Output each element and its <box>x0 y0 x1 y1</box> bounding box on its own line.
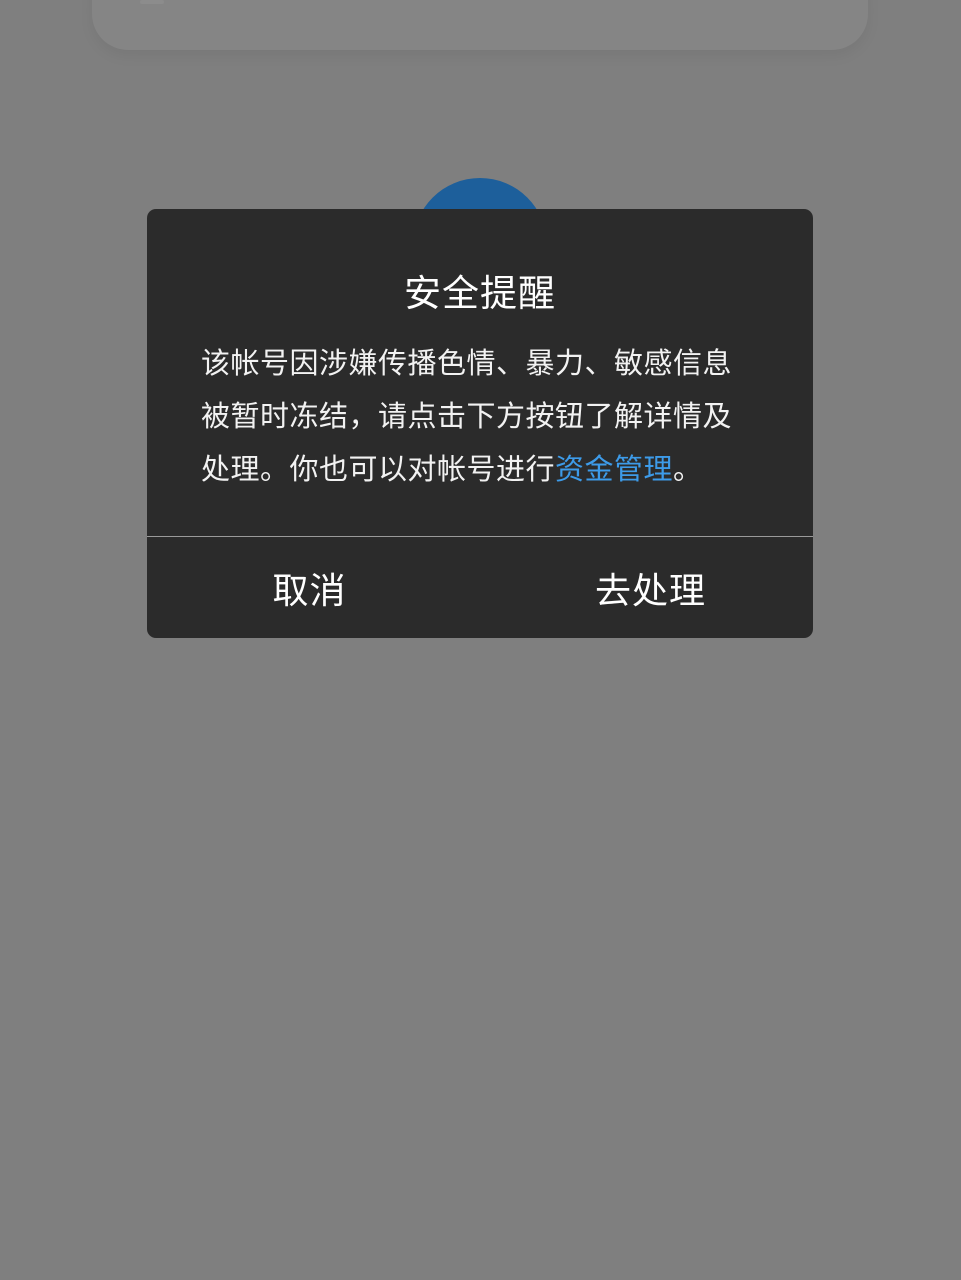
dialog-title: 安全提醒 <box>404 272 556 315</box>
dialog-actions: 取消 去处理 <box>147 537 813 638</box>
background-card-icon <box>140 0 164 4</box>
handle-button[interactable]: 去处理 <box>480 537 813 638</box>
dialog-message-line-3-prefix: 处理。你也可以对帐号进行 <box>201 452 556 486</box>
dialog-message-line-1: 该帐号因涉嫌传播色情、暴力、敏感信息 <box>201 346 733 380</box>
cancel-button[interactable]: 取消 <box>147 537 480 638</box>
dialog-message-line-2: 被暂时冻结，请点击下方按钮了解详情及 <box>201 399 733 433</box>
background-card <box>92 0 868 50</box>
security-alert-dialog: 安全提醒 该帐号因涉嫌传播色情、暴力、敏感信息 被暂时冻结，请点击下方按钮了解详… <box>147 209 813 638</box>
dialog-message-line-3-suffix: 。 <box>673 452 703 486</box>
fund-management-link[interactable]: 资金管理 <box>555 452 673 486</box>
dialog-message-line-3: 处理。你也可以对帐号进行资金管理。 <box>201 443 769 496</box>
dialog-message: 该帐号因涉嫌传播色情、暴力、敏感信息 被暂时冻结，请点击下方按钮了解详情及 处理… <box>201 337 769 496</box>
